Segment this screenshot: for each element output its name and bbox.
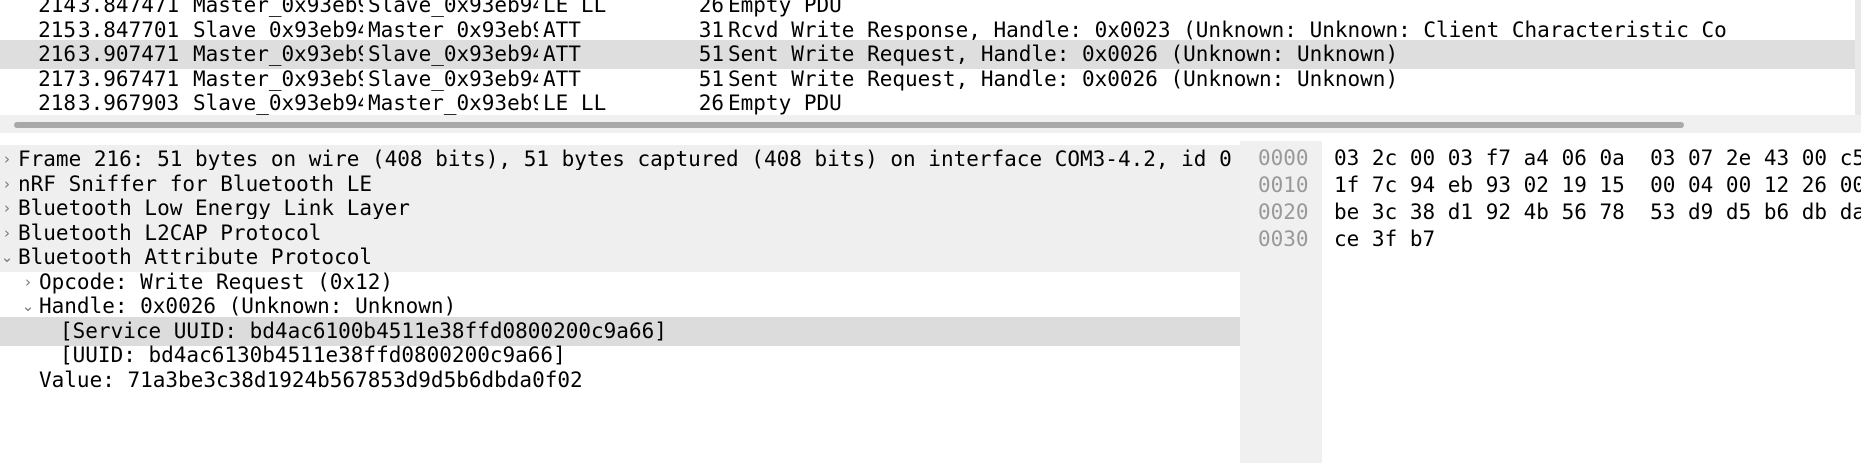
packet-bytes-pane[interactable]: 0000 03 2c 00 03 f7 a4 06 0a 03 07 2e 43 … [1248,141,1861,463]
hex-offset: 0020 [1258,200,1309,224]
packet-time-cell: 3.967903 [78,91,180,115]
packet-list-hscroll-thumb[interactable] [14,122,1684,128]
detail-tree-label: Value: 71a3be3c38d1924b567853d9d5b6dbda0… [39,367,583,392]
hex-bytes[interactable]: 03 2c 00 03 f7 a4 06 0a 03 07 2e 43 00 c… [1334,145,1861,172]
hex-dump-row[interactable]: 0020 be 3c 38 d1 92 4b 56 78 53 d9 d5 b6 … [1248,199,1861,226]
packet-info-cell: Empty PDU [728,91,842,115]
packet-list-vscrollbar[interactable] [1855,0,1861,115]
hex-bytes[interactable]: be 3c 38 d1 92 4b 56 78 53 d9 d5 b6 db d… [1334,199,1861,226]
pane-splitter[interactable] [1240,141,1248,463]
hex-dump-row[interactable]: 0000 03 2c 00 03 f7 a4 06 0a 03 07 2e 43 … [1248,145,1861,172]
detail-tree-row[interactable]: Value: 71a3be3c38d1924b567853d9d5b6dbda0… [0,366,1240,395]
packet-length-cell: 26 [698,91,724,115]
hex-bytes[interactable]: 1f 7c 94 eb 93 02 19 15 00 04 00 12 26 0… [1334,172,1861,199]
packet-destination-cell: Master_0x93eb9… [368,91,538,115]
packet-source-cell: Slave_0x93eb94… [193,91,363,115]
hex-offset: 0000 [1258,146,1309,170]
packet-details-tree[interactable]: › Frame 216: 51 bytes on wire (408 bits),… [0,141,1240,463]
packet-list[interactable]: 2143.847471Master_0x93eb9…Slave_0x93eb94… [0,0,1861,115]
hex-offset: 0010 [1258,173,1309,197]
hex-offset: 0030 [1258,227,1309,251]
packet-no-cell: 218 [38,91,76,115]
hex-dump-row[interactable]: 0030 ce 3f b7 [1248,226,1861,253]
packet-protocol-cell: LE LL [543,91,607,115]
hex-dump-row[interactable]: 0010 1f 7c 94 eb 93 02 19 15 00 04 00 12 … [1248,172,1861,199]
hex-bytes[interactable]: ce 3f b7 [1334,226,1435,253]
packet-row[interactable]: 2183.967903 Slave_0x93eb94…Master_0x93eb9… [0,89,1861,115]
